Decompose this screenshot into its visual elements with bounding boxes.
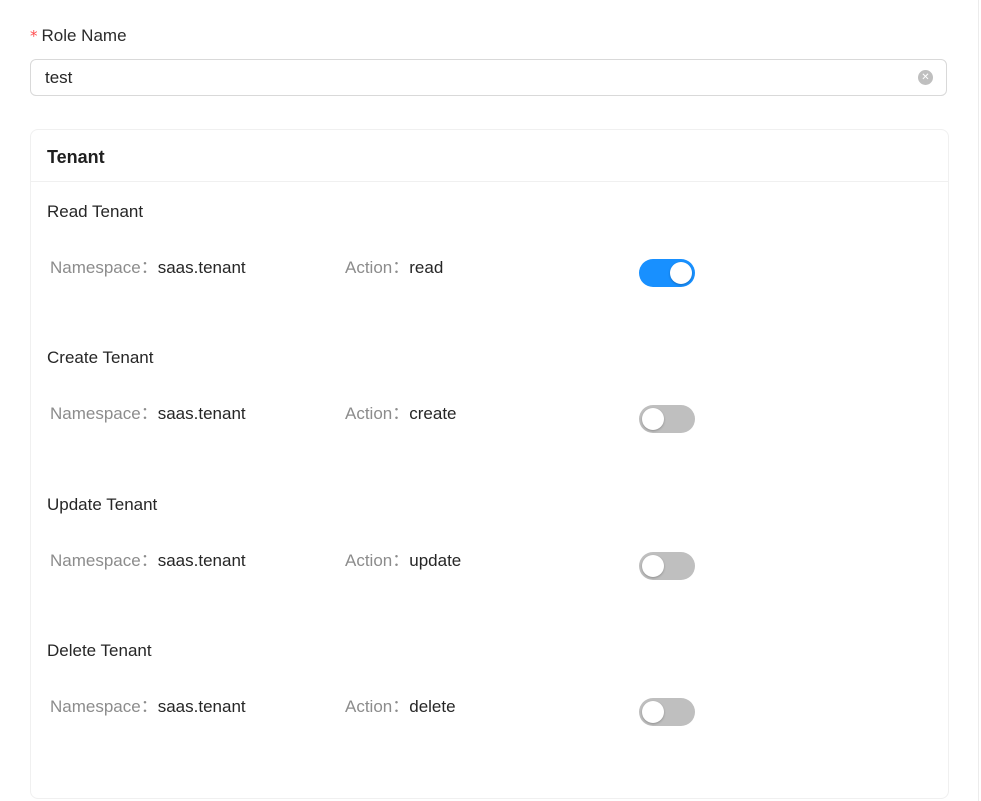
toggle-knob: [642, 701, 664, 723]
toggle-knob: [642, 408, 664, 430]
action-value: read: [409, 258, 444, 277]
namespace-label: Namespace：: [50, 258, 158, 277]
permission-title: Create Tenant: [47, 348, 154, 367]
action-value: delete: [409, 697, 456, 716]
permission-namespace: Namespace：saas.tenant: [50, 257, 246, 279]
role-name-label-text: Role Name: [41, 26, 127, 45]
action-value: create: [409, 404, 457, 423]
tenant-permissions-card: Tenant Read Tenant Namespace：saas.tenant…: [30, 129, 949, 799]
permission-title: Delete Tenant: [47, 641, 152, 660]
permission-item-delete-tenant: Delete Tenant Namespace：saas.tenant Acti…: [31, 640, 948, 780]
permission-namespace: Namespace：saas.tenant: [50, 550, 246, 572]
permission-action: Action：update: [345, 550, 461, 572]
namespace-value: saas.tenant: [157, 258, 246, 277]
permission-action: Action：delete: [345, 696, 456, 718]
role-name-field[interactable]: ✕: [30, 59, 947, 96]
action-label: Action：: [345, 404, 410, 423]
permission-toggle-delete-tenant[interactable]: [639, 698, 695, 726]
card-title: Tenant: [47, 147, 105, 167]
permission-title: Update Tenant: [47, 495, 158, 514]
permission-item-read-tenant: Read Tenant Namespace：saas.tenant Action…: [31, 201, 948, 341]
toggle-knob: [670, 262, 692, 284]
close-circle-icon[interactable]: ✕: [918, 70, 933, 85]
role-name-label: * Role Name: [30, 24, 127, 48]
namespace-label: Namespace：: [50, 551, 158, 570]
card-header: Tenant: [31, 130, 948, 182]
action-value: update: [409, 551, 462, 570]
permission-item-create-tenant: Create Tenant Namespace：saas.tenant Acti…: [31, 347, 948, 487]
permission-action: Action：read: [345, 257, 443, 279]
action-label: Action：: [345, 551, 410, 570]
namespace-label: Namespace：: [50, 697, 158, 716]
role-name-input[interactable]: [45, 60, 905, 95]
permission-toggle-read-tenant[interactable]: [639, 259, 695, 287]
permission-action: Action：create: [345, 403, 457, 425]
action-label: Action：: [345, 258, 410, 277]
permission-title: Read Tenant: [47, 202, 144, 221]
permission-namespace: Namespace：saas.tenant: [50, 696, 246, 718]
namespace-label: Namespace：: [50, 404, 158, 423]
permission-item-update-tenant: Update Tenant Namespace：saas.tenant Acti…: [31, 494, 948, 634]
namespace-value: saas.tenant: [157, 551, 246, 570]
permission-toggle-update-tenant[interactable]: [639, 552, 695, 580]
panel-divider: [978, 0, 979, 801]
toggle-knob: [642, 555, 664, 577]
action-label: Action：: [345, 697, 410, 716]
required-mark: *: [30, 27, 38, 45]
permission-namespace: Namespace：saas.tenant: [50, 403, 246, 425]
namespace-value: saas.tenant: [157, 404, 246, 423]
permission-toggle-create-tenant[interactable]: [639, 405, 695, 433]
namespace-value: saas.tenant: [157, 697, 246, 716]
